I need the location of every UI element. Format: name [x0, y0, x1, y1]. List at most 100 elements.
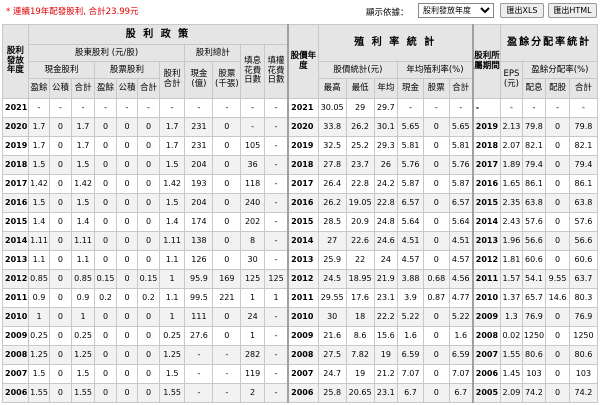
- table-cell: 0.9: [70, 288, 96, 308]
- header-stock-surplus: 盈餘: [94, 78, 117, 99]
- year-cell: 2006: [287, 383, 319, 403]
- table-cell: 14.6: [545, 288, 570, 308]
- export-xls-button[interactable]: 匯出XLS: [500, 3, 544, 18]
- table-cell: 0.02: [500, 326, 523, 346]
- table-cell: 1: [27, 307, 51, 327]
- table-cell: 1: [263, 288, 289, 308]
- year-cell: 2014: [471, 212, 502, 232]
- table-cell: 23.1: [373, 288, 399, 308]
- table-cell: 76.9: [521, 307, 547, 327]
- table-cell: 103: [568, 364, 598, 384]
- table-cell: 5.81: [448, 136, 474, 156]
- table-cell: 0: [422, 174, 450, 194]
- table-cell: 9.55: [545, 269, 570, 289]
- table-cell: 1.55: [27, 383, 51, 403]
- header-stock-total: 股利合計: [158, 61, 186, 99]
- table-cell: -: [115, 98, 139, 118]
- table-cell: 7.82: [345, 345, 375, 365]
- header-cash-billion: 現金(億): [184, 61, 214, 99]
- table-cell: 1.5: [27, 364, 51, 384]
- table-cell: 0: [49, 174, 72, 194]
- table-cell: 0: [94, 117, 117, 137]
- header-cash-surplus: 盈餘: [27, 78, 51, 99]
- year-cell: 2017: [471, 155, 502, 175]
- table-cell: 8: [240, 231, 265, 251]
- table-cell: -: [422, 98, 450, 118]
- header-payout-ratio: 盈餘分配率(%): [521, 61, 598, 79]
- year-cell: 2019: [287, 136, 319, 156]
- sort-by-select[interactable]: 股利發放年度: [418, 3, 494, 18]
- header-stock-thousand: 股票(千張): [212, 61, 242, 99]
- table-cell: 24: [373, 250, 399, 270]
- table-cell: 0: [94, 250, 117, 270]
- year-cell: 2009: [2, 326, 29, 346]
- table-cell: 1.4: [70, 212, 96, 232]
- table-cell: -: [521, 98, 547, 118]
- table-cell: 1.37: [500, 288, 523, 308]
- table-cell: 0: [137, 383, 160, 403]
- table-cell: 22.8: [373, 193, 399, 213]
- table-cell: 0.15: [94, 269, 117, 289]
- year-cell: 2008: [2, 345, 29, 365]
- year-cell: 2019: [471, 117, 502, 137]
- table-cell: -: [212, 345, 242, 365]
- table-cell: 174: [184, 212, 214, 232]
- table-cell: 6.7: [448, 383, 474, 403]
- table-cell: 0: [137, 307, 160, 327]
- table-cell: 0: [422, 250, 450, 270]
- table-cell: 1.11: [27, 231, 51, 251]
- year-cell: 2014: [2, 231, 29, 251]
- table-cell: 1: [158, 307, 186, 327]
- year-cell: 2018: [2, 155, 29, 175]
- table-cell: 0: [545, 383, 570, 403]
- table-cell: 0: [212, 326, 242, 346]
- header-yield-stock: 股票: [422, 78, 450, 99]
- year-cell: 2015: [2, 212, 29, 232]
- table-cell: 0: [422, 231, 450, 251]
- year-cell: -: [471, 98, 502, 118]
- table-row: 2019 1.7 0 1.7 0 0 0 1.7 231 0 105-2019 32.5 25.2 29.…: [2, 136, 598, 156]
- table-cell: 119: [240, 364, 265, 384]
- table-cell: 4.51: [448, 231, 474, 251]
- header-fill-rights-days: 填權花費日數: [263, 44, 289, 99]
- table-cell: 23.1: [373, 383, 399, 403]
- table-cell: 5.87: [397, 174, 424, 194]
- table-cell: 19: [345, 364, 375, 384]
- table-row: 2007 1.5 0 1.5 0 0 0 1.5- -119-2007 24.7 19 21.2 7.0…: [2, 364, 598, 384]
- table-cell: 1.7: [70, 117, 96, 137]
- table-cell: 63.8: [568, 193, 598, 213]
- table-cell: 0.2: [94, 288, 117, 308]
- year-cell: 2015: [471, 193, 502, 213]
- table-row: 2010 1 0 1 0 0 0 1 111 0 24-2010 30 18 22.2 5.22 0 5.22 2…: [2, 307, 598, 327]
- table-cell: 0: [137, 345, 160, 365]
- table-header: 股利發放年度 股 利 政 策 股價年度 殖 利 率 統 計 股利所屬期間 盈餘分…: [2, 24, 598, 99]
- table-cell: 0: [49, 117, 72, 137]
- table-cell: 26.2: [345, 117, 375, 137]
- table-cell: 0: [49, 345, 72, 365]
- table-cell: 0: [545, 345, 570, 365]
- year-cell: 2010: [2, 307, 29, 327]
- year-cell: 2013: [287, 250, 319, 270]
- table-cell: 95.9: [184, 269, 214, 289]
- table-cell: 1.1: [70, 250, 96, 270]
- table-cell: 1.42: [27, 174, 51, 194]
- header-yield-stats: 殖 利 率 統 計: [317, 24, 474, 62]
- table-cell: 1.5: [158, 193, 186, 213]
- table-cell: 18: [345, 307, 375, 327]
- table-cell: 0: [137, 155, 160, 175]
- table-cell: 0: [49, 212, 72, 232]
- table-cell: 4.57: [448, 250, 474, 270]
- dividend-table: 股利發放年度 股 利 政 策 股價年度 殖 利 率 統 計 股利所屬期間 盈餘分…: [2, 24, 598, 403]
- table-cell: 5.76: [397, 155, 424, 175]
- table-cell: 24.2: [373, 174, 399, 194]
- table-cell: 138: [184, 231, 214, 251]
- table-cell: 2.35: [500, 193, 523, 213]
- table-cell: 0: [49, 193, 72, 213]
- table-body: 2021- - - - - - - - - - -2021 30.05 29 29.7- - - - - - - -20…: [2, 98, 598, 403]
- table-cell: -: [70, 98, 96, 118]
- table-cell: 27: [317, 231, 347, 251]
- export-html-button[interactable]: 匯出HTML: [548, 3, 597, 18]
- table-cell: 1.7: [158, 117, 186, 137]
- year-cell: 2020: [2, 117, 29, 137]
- table-cell: 0: [422, 364, 450, 384]
